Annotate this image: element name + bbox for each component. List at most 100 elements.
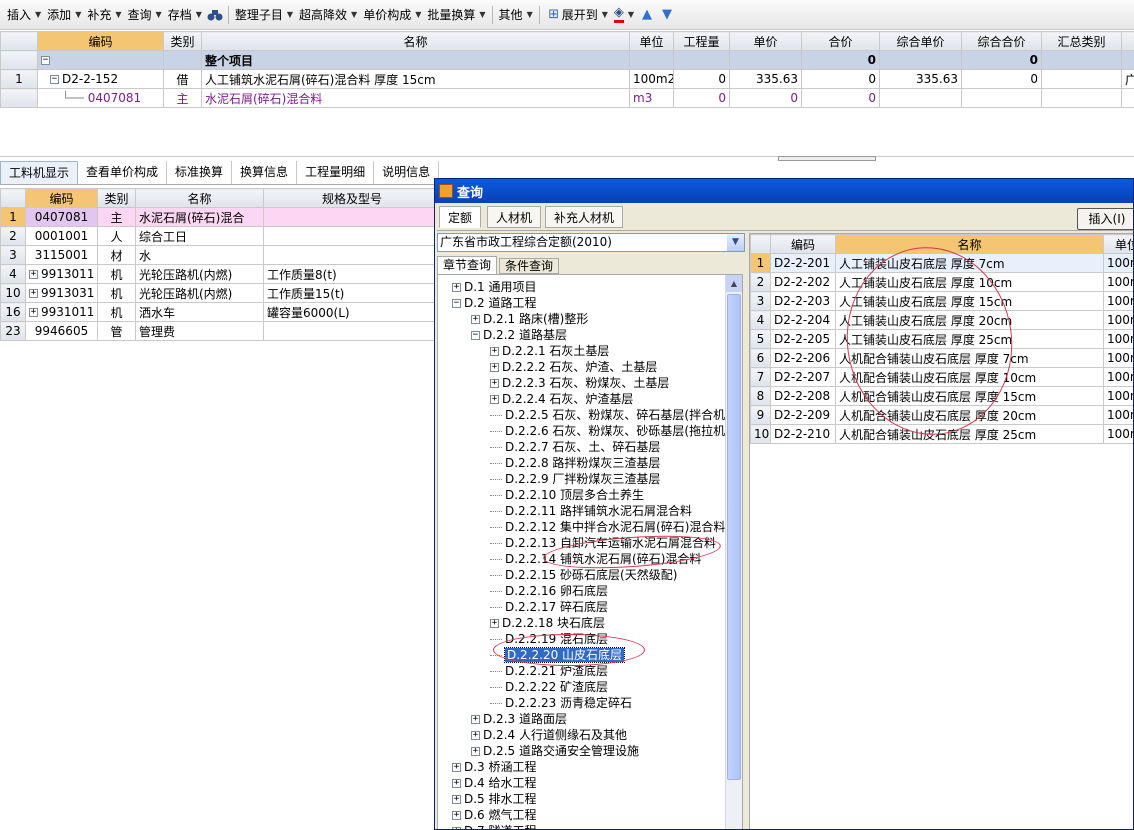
column-header[interactable]: 汇总类别: [1041, 31, 1122, 51]
cell[interactable]: D2-2-205: [770, 329, 836, 349]
tree-node[interactable]: D.2.2.5 石灰、粉煤灰、碎石基层(拌合机: [452, 407, 725, 423]
cell[interactable]: 水泥石屑(碎石)混合: [135, 207, 264, 227]
expand-icon[interactable]: +: [29, 289, 38, 298]
splitter-handle[interactable]: [778, 156, 876, 161]
cell[interactable]: D2-2-208: [770, 386, 836, 406]
cell[interactable]: 水: [135, 245, 264, 265]
cell[interactable]: 0: [673, 88, 730, 108]
tree-node[interactable]: D.2.2.8 路拌粉煤灰三渣基层: [452, 455, 725, 471]
tree-scrollbar[interactable]: ▲: [725, 275, 742, 829]
tree-node[interactable]: + D.2.2.4 石灰、炉渣基层: [452, 391, 725, 407]
tab-price-composition[interactable]: 查看单价构成: [78, 161, 168, 184]
cell[interactable]: 人机配合铺装山皮石底层 厚度 25cm: [835, 424, 1104, 444]
expand-icon[interactable]: +: [471, 715, 480, 724]
cell[interactable]: D2-2-204: [770, 310, 836, 330]
tab-labor-material-machine[interactable]: 人材机: [487, 206, 542, 228]
collapse-icon[interactable]: −: [471, 331, 480, 340]
cell[interactable]: 100m2: [1103, 291, 1133, 311]
cell[interactable]: [263, 245, 434, 265]
tree-node[interactable]: + D.5 排水工程: [452, 791, 725, 807]
expand-icon[interactable]: +: [452, 811, 461, 820]
cell[interactable]: 光轮压路机(内燃): [135, 264, 264, 284]
cell[interactable]: 人工铺筑水泥石屑(碎石)混合料 厚度 15cm: [201, 69, 630, 89]
tree-node[interactable]: + D.2.3 道路面层: [452, 711, 725, 727]
unit-price-comp-menu[interactable]: 单价构成 ▼: [360, 4, 424, 26]
fill-color-button[interactable]: ◈ ▼: [611, 4, 637, 26]
expand-icon[interactable]: +: [471, 731, 480, 740]
cell[interactable]: [263, 226, 434, 246]
column-header[interactable]: 单价: [729, 31, 802, 51]
tab-chapter-query[interactable]: 章节查询: [437, 256, 498, 274]
scroll-up-icon[interactable]: ▲: [726, 275, 742, 292]
cell[interactable]: 管理费: [135, 321, 264, 341]
cell[interactable]: 100m2: [1103, 386, 1133, 406]
cell[interactable]: 广: [1121, 69, 1134, 89]
cell[interactable]: 0001001: [25, 226, 98, 246]
cell[interactable]: 整个项目: [201, 50, 630, 70]
tab-quantity-detail[interactable]: 工程量明细: [297, 161, 375, 184]
cell[interactable]: 工作质量8(t): [263, 264, 434, 284]
cell[interactable]: 机: [97, 283, 136, 303]
cell[interactable]: 100m2: [1103, 310, 1133, 330]
expand-icon[interactable]: +: [471, 747, 480, 756]
tree-node[interactable]: + D.1 通用项目: [452, 279, 725, 295]
cell[interactable]: 100m2: [1103, 405, 1133, 425]
add-menu[interactable]: 添加 ▼: [44, 4, 84, 26]
column-header[interactable]: 合价: [801, 31, 880, 51]
cell[interactable]: 材: [97, 245, 136, 265]
expand-icon[interactable]: +: [29, 270, 38, 279]
tree-node[interactable]: + D.2.2.18 块石底层: [452, 615, 725, 631]
cell[interactable]: 主: [97, 207, 136, 227]
tree-node[interactable]: − D.2.2 道路基层: [452, 327, 725, 343]
other-menu[interactable]: 其他 ▼: [496, 4, 536, 26]
cell[interactable]: 光轮压路机(内燃): [135, 283, 264, 303]
column-header[interactable]: 规格及型号: [263, 188, 434, 208]
cell[interactable]: 9946605: [25, 321, 98, 341]
table-row[interactable]: 23 9946605 管 管理费: [0, 321, 434, 341]
move-up-icon[interactable]: ▲: [637, 5, 657, 25]
batch-convert-menu[interactable]: 批量换算 ▼: [424, 4, 488, 26]
cell[interactable]: [673, 50, 730, 70]
tree-node[interactable]: D.2.2.7 石灰、土、碎石基层: [452, 439, 725, 455]
cell[interactable]: [1041, 88, 1122, 108]
tree-node[interactable]: D.2.2.9 厂拌粉煤灰三渣基层: [452, 471, 725, 487]
tree-node[interactable]: D.2.2.22 矿渣底层: [452, 679, 725, 695]
expand-icon[interactable]: +: [490, 619, 499, 628]
cell[interactable]: D2-2-209: [770, 405, 836, 425]
tree-node[interactable]: +D.7 隧道工程: [452, 823, 725, 829]
quota-select[interactable]: 广东省市政工程综合定额(2010) ▼: [437, 233, 745, 252]
column-header[interactable]: 编码: [25, 188, 98, 208]
table-row[interactable]: 10 +9913031 机 光轮压路机(内燃) 工作质量15(t): [0, 283, 434, 303]
tree-node[interactable]: + D.2.2.2 石灰、炉渣、土基层: [452, 359, 725, 375]
cell[interactable]: 主: [163, 88, 202, 108]
expand-icon[interactable]: +: [29, 308, 38, 317]
expand-icon[interactable]: +: [490, 379, 499, 388]
cell[interactable]: +9931011: [25, 302, 98, 322]
tab-quota[interactable]: 定额: [439, 206, 482, 228]
cell[interactable]: 0: [673, 69, 730, 89]
cell[interactable]: D2-2-206: [770, 348, 836, 368]
tree-node[interactable]: + D.2.2.1 石灰土基层: [452, 343, 725, 359]
cell[interactable]: 工作质量15(t): [263, 283, 434, 303]
table-row[interactable]: 16 +9931011 机 洒水车 罐容量6000(L): [0, 302, 434, 322]
tab-convert-info[interactable]: 换算信息: [232, 161, 298, 184]
insert-button[interactable]: 插入(I): [1077, 208, 1133, 230]
cell[interactable]: 100m2: [1103, 329, 1133, 349]
expand-to-menu[interactable]: ⊞ 展开到 ▼: [543, 4, 611, 26]
cell[interactable]: 0: [801, 50, 880, 70]
cell[interactable]: − D2-2-152: [37, 69, 164, 89]
column-header[interactable]: 编码: [37, 31, 164, 51]
cell[interactable]: 100m2: [1103, 348, 1133, 368]
tree-node[interactable]: + D.3 桥涵工程: [452, 759, 725, 775]
cell[interactable]: D2-2-207: [770, 367, 836, 387]
cell[interactable]: 100m2: [1103, 424, 1133, 444]
expand-icon[interactable]: +: [490, 363, 499, 372]
cell[interactable]: 机: [97, 302, 136, 322]
cell[interactable]: 0: [961, 69, 1042, 89]
tab-description[interactable]: 说明信息: [374, 161, 440, 184]
table-row[interactable]: 4 +9913011 机 光轮压路机(内燃) 工作质量8(t): [0, 264, 434, 284]
cell[interactable]: D2-2-202: [770, 272, 836, 292]
cell[interactable]: 管: [97, 321, 136, 341]
tree-node[interactable]: − D.2 道路工程: [452, 295, 725, 311]
insert-menu[interactable]: 插入 ▼: [4, 4, 44, 26]
